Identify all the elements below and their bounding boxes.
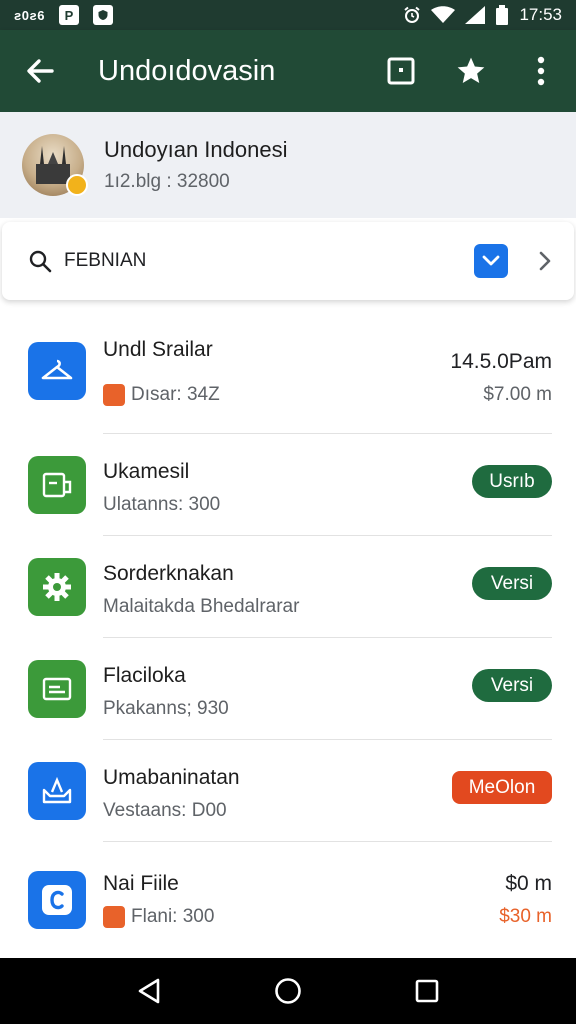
profile-card[interactable]: Undoyıan Indonesi 1ı2.blg : 32800 xyxy=(0,112,576,218)
more-vert-icon xyxy=(537,56,545,86)
page-title: Undoıdovasin xyxy=(98,54,276,87)
item-title: Nai Fiile xyxy=(103,872,179,895)
gear-icon xyxy=(28,558,86,616)
list-item[interactable]: Flaciloka Pkakanns; 930 Versi xyxy=(0,638,576,740)
item-title: Ukamesil xyxy=(103,460,190,483)
item-subtitle: Malaitakda Bhedalrarar xyxy=(103,596,300,617)
c-letter-icon xyxy=(28,871,86,929)
person-icon xyxy=(103,906,125,928)
list-item[interactable]: Undl Srailar Dısar: 34Z 14.5.0Pam $7.00 … xyxy=(0,312,576,434)
filter-toggle[interactable] xyxy=(474,244,508,278)
item-title: Umabaninatan xyxy=(103,766,240,789)
wifi-icon xyxy=(431,6,456,23)
item-list: Undl Srailar Dısar: 34Z 14.5.0Pam $7.00 … xyxy=(0,312,576,958)
profile-subtitle: 1ı2.blg : 32800 xyxy=(104,171,230,192)
chevron-right-icon xyxy=(539,251,551,271)
forward-button[interactable] xyxy=(530,241,560,281)
app-bar: Undoıdovasin xyxy=(0,30,576,112)
back-button[interactable] xyxy=(0,30,80,112)
item-amount: $0 m xyxy=(505,872,552,895)
shield-notification-icon xyxy=(92,5,113,25)
frame-icon xyxy=(387,57,415,85)
status-badge[interactable]: Usrıb xyxy=(472,465,552,498)
tray-icon xyxy=(28,762,86,820)
status-time: 17:53 xyxy=(519,5,562,24)
p-notification-icon: P xyxy=(58,5,79,25)
item-time: 14.5.0Pam xyxy=(450,350,552,373)
item-subtitle: Dısar: 34Z xyxy=(103,384,220,406)
more-options-button[interactable] xyxy=(506,30,576,112)
item-amount: $7.00 m xyxy=(483,384,552,405)
star-icon xyxy=(457,57,485,83)
circle-home-icon xyxy=(275,978,301,1004)
status-carrier: ƨ0ƨ6 xyxy=(14,7,45,23)
chevron-down-icon xyxy=(482,255,500,266)
status-badge[interactable]: MeOlon xyxy=(452,771,552,804)
item-subtitle: Pkakanns; 930 xyxy=(103,698,229,719)
item-amount-secondary: $30 m xyxy=(499,906,552,927)
list-item[interactable]: Sorderknakan Malaitakda Bhedalrarar Vers… xyxy=(0,536,576,638)
triangle-back-icon xyxy=(139,978,160,1004)
item-title: Flaciloka xyxy=(103,664,186,687)
nav-back-button[interactable] xyxy=(119,961,179,1021)
avatar xyxy=(22,134,88,196)
nav-home-button[interactable] xyxy=(258,961,318,1021)
item-title: Sorderknakan xyxy=(103,562,234,585)
list-item[interactable]: Nai Fiile Flani: 300 $0 m $30 m xyxy=(0,842,576,958)
search-icon xyxy=(29,250,52,273)
frame-button[interactable] xyxy=(366,30,436,112)
square-recents-icon xyxy=(415,979,438,1003)
bag-icon xyxy=(103,384,125,406)
card-reader-icon xyxy=(28,456,86,514)
item-title: Undl Srailar xyxy=(103,338,213,361)
status-badge[interactable]: Versi xyxy=(472,669,552,702)
nav-recents-button[interactable] xyxy=(397,961,457,1021)
card-icon xyxy=(28,660,86,718)
hanger-icon xyxy=(28,342,86,400)
search-input[interactable]: FEBNIAN xyxy=(64,250,474,272)
item-subtitle: Vestaans: D00 xyxy=(103,800,227,821)
favorite-button[interactable] xyxy=(436,30,506,112)
profile-name: Undoyıan Indonesi xyxy=(104,137,288,162)
list-item[interactable]: Ukamesil Ulatanns: 300 Usrıb xyxy=(0,434,576,536)
item-subtitle: Ulatanns: 300 xyxy=(103,494,221,515)
signal-icon xyxy=(465,6,486,24)
verified-badge-icon xyxy=(66,174,88,196)
status-badge[interactable]: Versi xyxy=(472,567,552,600)
alarm-icon xyxy=(404,6,421,23)
arrow-left-icon xyxy=(27,59,54,83)
system-nav-bar xyxy=(0,958,576,1024)
list-item[interactable]: Umabaninatan Vestaans: D00 MeOlon xyxy=(0,740,576,842)
search-bar[interactable]: FEBNIAN xyxy=(2,222,574,300)
battery-icon xyxy=(496,5,509,25)
item-subtitle: Flani: 300 xyxy=(103,906,214,928)
status-bar: ƨ0ƨ6 P 17:53 xyxy=(0,0,576,30)
